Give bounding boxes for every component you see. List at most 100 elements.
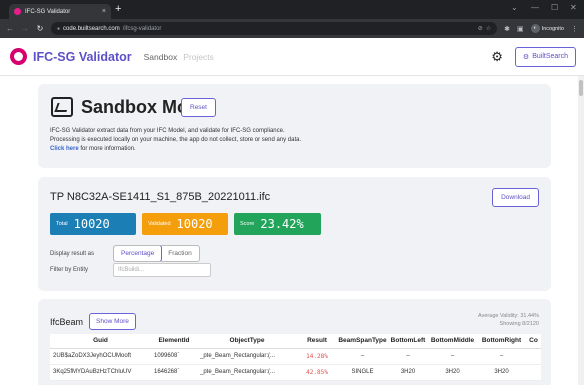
forward-arrow-icon[interactable]: → xyxy=(21,24,29,33)
cell-beamspantype: SINGLE xyxy=(337,364,388,381)
cell-objecttype: _pte_Beam_Rectangular:(... xyxy=(197,348,297,365)
cell-bottommiddle: 3H20 xyxy=(428,364,477,381)
cell-guid: 2UB$aZoDX3JeyhOCUMooft xyxy=(50,348,151,365)
click-here-link[interactable]: Click here xyxy=(50,146,79,152)
file-card: TP N8C32A-SE1411_S1_875B_20221011.ifc Do… xyxy=(38,177,551,291)
download-button[interactable]: Download xyxy=(492,188,539,207)
total-label: Total xyxy=(56,221,68,227)
cell-bottommiddle: – xyxy=(428,348,477,365)
incognito-icon: ◐ xyxy=(530,24,540,33)
table-row[interactable]: 3Kq25fMYDAuBzHzTChluUV 1646268` _pte_Bea… xyxy=(50,364,541,381)
incognito-indicator[interactable]: ◐ Incognito xyxy=(530,24,564,33)
validated-stat: Validated 10020 xyxy=(142,213,228,235)
cell-guid: 3Kq25fMYDAuBzHzTChluUV xyxy=(50,364,151,381)
desc-line-3: Click here for more information. xyxy=(50,145,301,154)
reload-icon[interactable]: ↻ xyxy=(36,24,44,33)
fraction-option[interactable]: Fraction xyxy=(161,246,198,261)
cell-elementid: 1646268` xyxy=(151,364,197,381)
window-minimize-button[interactable]: — xyxy=(531,3,539,12)
filter-row: Filter by Entity IfcBuildi... xyxy=(50,263,211,277)
gear-icon[interactable]: ⚙ xyxy=(491,50,503,63)
desc-line-2: Processing is executed locally on your m… xyxy=(50,137,302,143)
col-guid[interactable]: Guid xyxy=(50,334,151,349)
display-label: Display result as xyxy=(50,250,95,257)
col-result[interactable]: Result xyxy=(297,334,337,349)
new-tab-button[interactable]: + xyxy=(115,3,121,16)
show-more-button[interactable]: Show More xyxy=(89,313,136,330)
reset-button[interactable]: Reset xyxy=(181,98,216,117)
average-validity: Average Validity: 31.44% xyxy=(478,313,539,319)
cell-elementid: 1099608` xyxy=(151,348,197,365)
star-icon[interactable]: ☆ xyxy=(486,25,491,32)
col-truncated[interactable]: Co xyxy=(526,334,541,349)
lock-icon: ● xyxy=(57,25,61,32)
sandbox-card: Sandbox Mode Reset IFC-SG Validator extr… xyxy=(38,84,551,168)
url-path: /ifcsg-validator xyxy=(122,25,162,32)
desc-line-3-rest: for more information. xyxy=(78,146,136,152)
table-row[interactable]: 2UB$aZoDX3JeyhOCUMooft 1099608` _pte_Bea… xyxy=(50,348,541,365)
menu-kebab-icon[interactable]: ⋮ xyxy=(571,25,578,33)
scrollbar-thumb[interactable] xyxy=(579,80,583,96)
validated-label: Validated xyxy=(148,221,171,227)
window-minimize-list-icon[interactable]: ⌄ xyxy=(511,3,518,12)
sidebar-icon[interactable]: ▣ xyxy=(517,25,524,33)
col-bottommiddle[interactable]: BottomMiddle xyxy=(428,334,477,349)
cell-truncated xyxy=(526,364,541,381)
favicon-icon xyxy=(14,8,21,15)
display-result-row: Display result as Percentage Fraction xyxy=(50,245,200,262)
browser-toolbar: ← → ↻ ● code.builtsearch.com/ifcsg-valid… xyxy=(0,19,584,38)
table-header-row: Guid ElementId ObjectType Result BeamSpa… xyxy=(50,334,541,349)
percentage-option[interactable]: Percentage xyxy=(113,246,163,261)
address-bar[interactable]: ● code.builtsearch.com/ifcsg-validator ⊘… xyxy=(51,22,498,35)
tab-close-icon[interactable]: × xyxy=(102,8,106,15)
cell-bottomright: 3H20 xyxy=(477,364,526,381)
scrollbar-track[interactable] xyxy=(578,76,584,385)
ifcbeam-table: Guid ElementId ObjectType Result BeamSpa… xyxy=(50,334,541,381)
url-host: code.builtsearch.com xyxy=(63,25,120,32)
builtsearch-button[interactable]: ⚙ BuiltSearch xyxy=(514,46,576,67)
browser-tab[interactable]: IFC-SG Validator × xyxy=(9,4,111,19)
cell-result: 42.85% xyxy=(297,364,337,381)
cell-truncated xyxy=(526,348,541,365)
filter-entity-input[interactable]: IfcBuildi... xyxy=(113,263,211,277)
nav-projects[interactable]: Projects xyxy=(183,52,214,62)
validity-summary: Average Validity: 31.44% Showing 8/2120 xyxy=(478,312,539,328)
cell-beamspantype: – xyxy=(337,348,388,365)
browser-chrome: IFC-SG Validator × + ⌄ — ☐ ✕ ← → ↻ ● cod… xyxy=(0,0,584,38)
sandbox-chart-icon xyxy=(51,97,73,117)
builtsearch-icon: ⚙ xyxy=(522,53,530,61)
back-arrow-icon[interactable]: ← xyxy=(6,24,14,33)
incognito-eye-icon[interactable]: ⊘ xyxy=(478,25,483,32)
nav-sandbox[interactable]: Sandbox xyxy=(144,52,178,62)
filter-label: Filter by Entity xyxy=(50,267,89,273)
cell-bottomleft: – xyxy=(388,348,428,365)
window-maximize-button[interactable]: ☐ xyxy=(551,3,558,12)
cell-objecttype: _pte_Beam_Rectangular:(... xyxy=(197,364,297,381)
col-bottomleft[interactable]: BottomLeft xyxy=(388,334,428,349)
sandbox-description: IFC-SG Validator extract data from your … xyxy=(50,127,301,154)
tab-title: IFC-SG Validator xyxy=(25,8,71,15)
app-header: IFC-SG Validator Sandbox Projects ⚙ ⚙ Bu… xyxy=(0,38,584,76)
total-value: 10020 xyxy=(73,217,110,231)
desc-line-1: IFC-SG Validator extract data from your … xyxy=(50,128,285,134)
extensions-icon[interactable]: ✱ xyxy=(504,25,510,33)
file-name: TP N8C32A-SE1411_S1_875B_20221011.ifc xyxy=(50,191,271,203)
app-logo-icon xyxy=(10,48,27,65)
window-close-button[interactable]: ✕ xyxy=(570,3,577,12)
col-objecttype[interactable]: ObjectType xyxy=(197,334,297,349)
validated-value: 10020 xyxy=(176,217,213,231)
builtsearch-label: BuiltSearch xyxy=(532,53,568,60)
cell-bottomright: – xyxy=(477,348,526,365)
cell-bottomleft: 3H20 xyxy=(388,364,428,381)
display-toggle: Percentage Fraction xyxy=(113,245,200,262)
incognito-label: Incognito xyxy=(541,25,564,32)
col-elementid[interactable]: ElementId xyxy=(151,334,197,349)
col-beamspantype[interactable]: BeamSpanType xyxy=(337,334,388,349)
showing-count: Showing 8/2120 xyxy=(499,321,539,327)
col-bottomright[interactable]: BottomRight xyxy=(477,334,526,349)
ifcbeam-title: IfcBeam xyxy=(50,317,84,327)
cell-result: 14.28% xyxy=(297,348,337,365)
brand-title[interactable]: IFC-SG Validator xyxy=(33,50,132,64)
total-stat: Total 10020 xyxy=(50,213,136,235)
score-value: 23.42% xyxy=(260,217,304,231)
